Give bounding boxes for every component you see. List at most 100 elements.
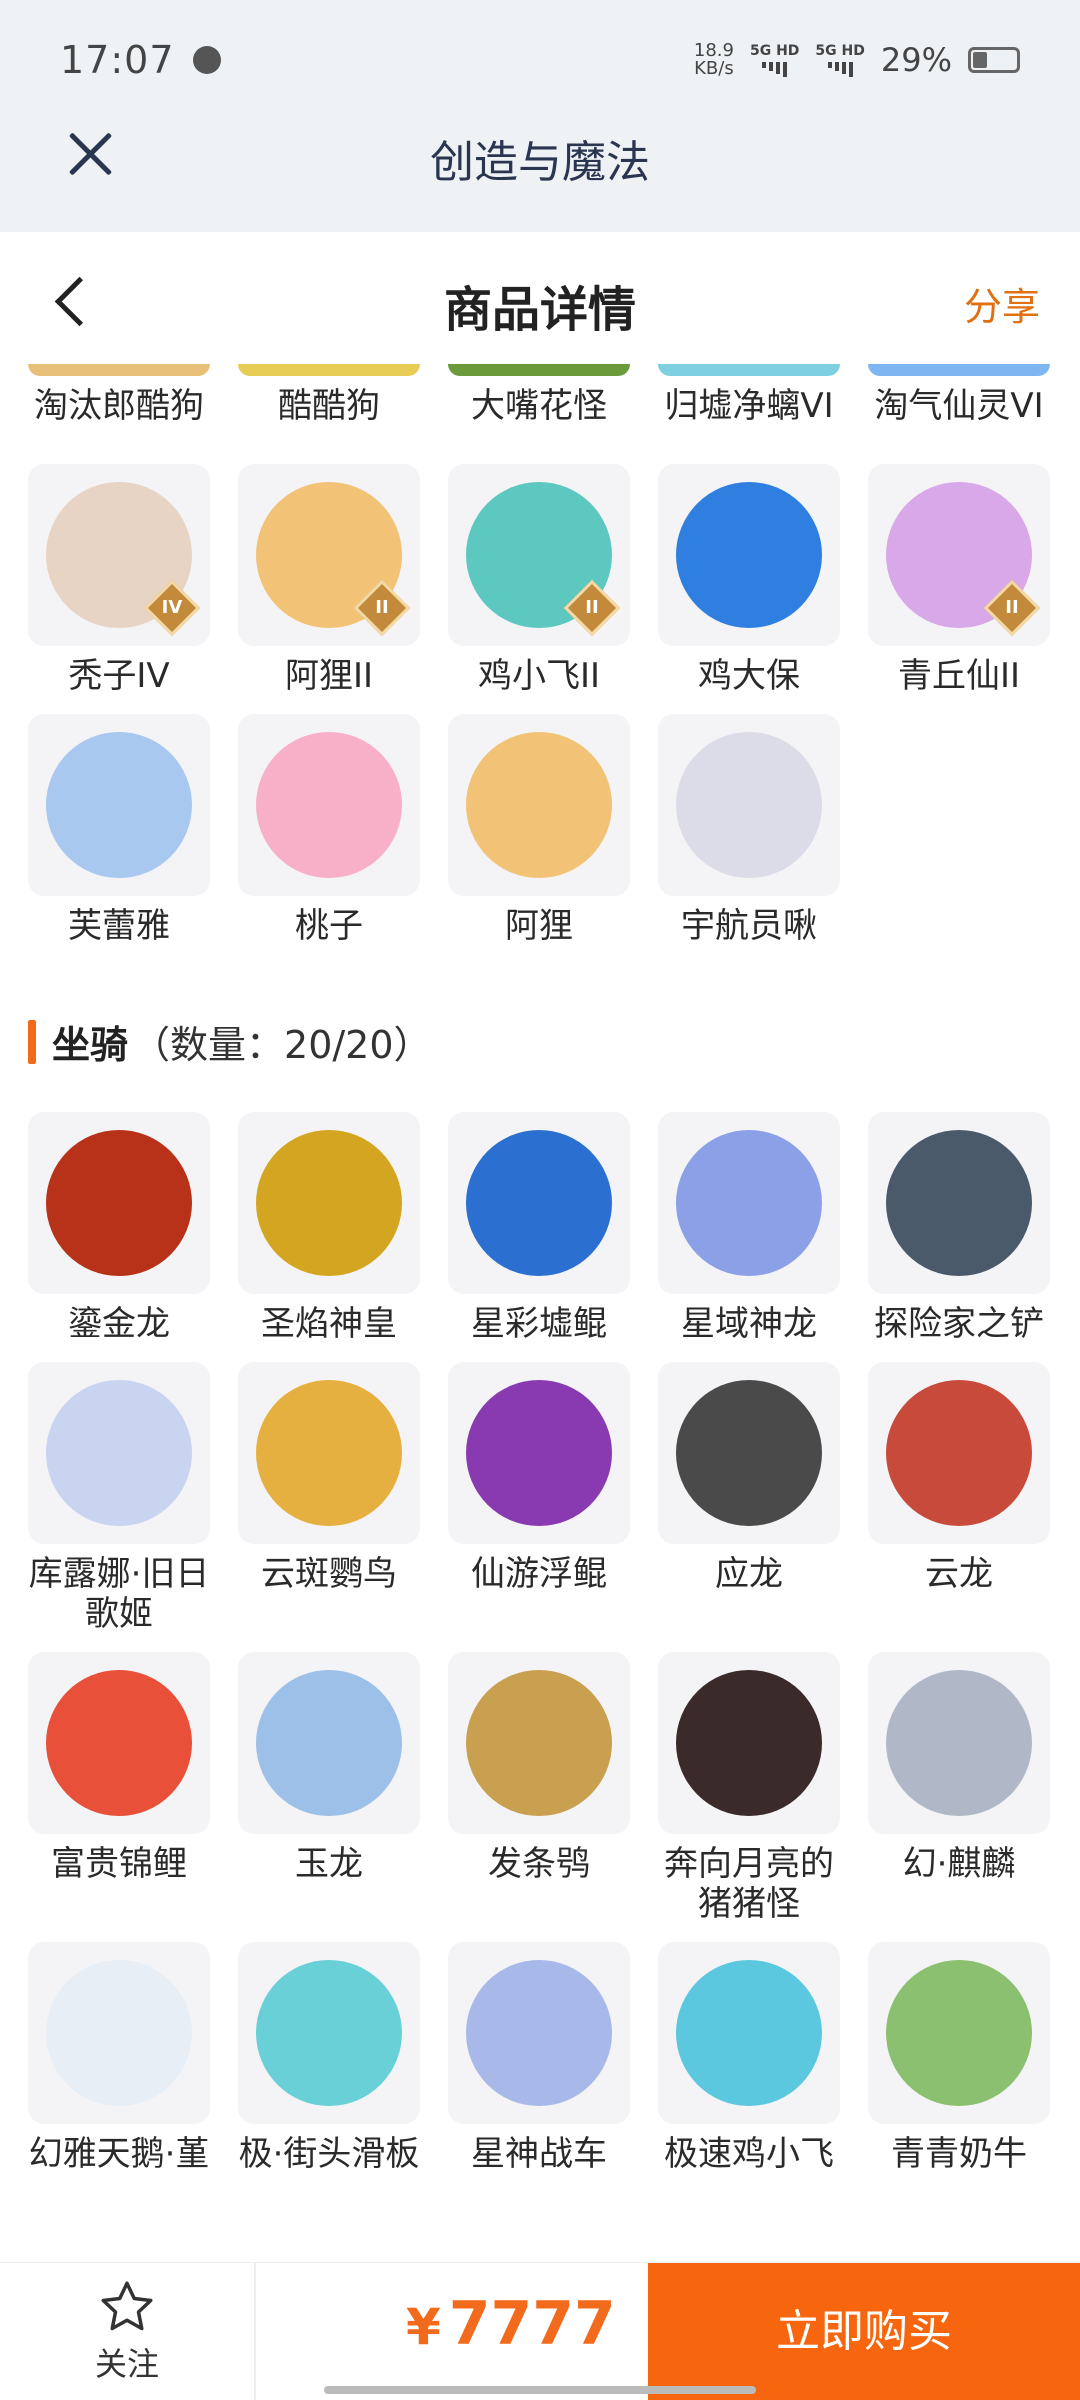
item-thumbnail: II: [448, 464, 630, 646]
pet-item[interactable]: 淘气仙灵VI: [868, 364, 1050, 426]
item-art: [466, 1130, 612, 1276]
mount-item[interactable]: 幻·麒麟: [868, 1652, 1050, 1884]
item-art: [676, 1380, 822, 1526]
item-label: 云龙: [925, 1554, 993, 1594]
mount-item[interactable]: 富贵锦鲤: [28, 1652, 210, 1884]
signal-2-label: 5G HD: [815, 42, 865, 59]
price: ¥7777: [406, 2289, 616, 2359]
mount-item[interactable]: 圣焰神皇: [238, 1112, 420, 1344]
pet-item[interactable]: II 青丘仙II: [868, 464, 1050, 696]
follow-label: 关注: [94, 2345, 159, 2383]
item-thumbnail: [448, 364, 630, 376]
pet-item[interactable]: 桃子: [238, 714, 420, 946]
item-label: 秃子IV: [68, 656, 170, 696]
pet-item[interactable]: 大嘴花怪: [448, 364, 630, 426]
item-label: 仙游浮鲲: [471, 1554, 607, 1594]
item-label: 幻雅天鹅·堇: [28, 2134, 210, 2174]
mount-item[interactable]: 云斑鹦鸟: [238, 1362, 420, 1594]
pet-item[interactable]: IV 秃子IV: [28, 464, 210, 696]
pet-item[interactable]: 鸡大保: [658, 464, 840, 696]
item-art: [466, 1670, 612, 1816]
mount-item[interactable]: 云龙: [868, 1362, 1050, 1594]
item-thumbnail: [658, 714, 840, 896]
pet-item[interactable]: 酷酷狗: [238, 364, 420, 426]
mount-item[interactable]: 星神战车: [448, 1942, 630, 2174]
mount-item[interactable]: 星彩墟鲲: [448, 1112, 630, 1344]
item-label: 云斑鹦鸟: [261, 1554, 397, 1594]
item-label: 富贵锦鲤: [51, 1844, 187, 1884]
signal-2: 5G HD: [815, 42, 865, 77]
item-art: [256, 1670, 402, 1816]
home-indicator: [324, 2386, 756, 2394]
item-thumbnail: [658, 1362, 840, 1544]
buy-now-button[interactable]: 立即购买: [648, 2263, 1080, 2400]
mount-item[interactable]: 发条鸮: [448, 1652, 630, 1884]
page-title: 商品详情: [443, 282, 636, 338]
pet-item[interactable]: 归墟净螭VI: [658, 364, 840, 426]
mount-item[interactable]: 玉龙: [238, 1652, 420, 1884]
pet-item[interactable]: 芙蕾雅: [28, 714, 210, 946]
item-label: 幻·麒麟: [902, 1844, 1016, 1884]
item-art: [256, 1380, 402, 1526]
item-art: [676, 1130, 822, 1276]
item-label: 酷酷狗: [278, 386, 380, 426]
signal-bars-icon: [750, 61, 799, 77]
mount-item[interactable]: 库露娜·旧日歌姬: [28, 1362, 210, 1634]
item-art: [886, 1670, 1032, 1816]
item-label: 淘气仙灵VI: [874, 386, 1044, 426]
status-time: 17:07: [60, 38, 175, 82]
mount-item[interactable]: 极速鸡小飞: [658, 1942, 840, 2174]
item-thumbnail: [658, 1652, 840, 1834]
item-art: [676, 1670, 822, 1816]
mount-item[interactable]: 青青奶牛: [868, 1942, 1050, 2174]
share-button[interactable]: 分享: [964, 276, 1040, 331]
mount-item[interactable]: 仙游浮鲲: [448, 1362, 630, 1594]
mount-item[interactable]: 幻雅天鹅·堇: [28, 1942, 210, 2174]
pet-item[interactable]: 宇航员啾: [658, 714, 840, 946]
pet-item[interactable]: II 阿狸II: [238, 464, 420, 696]
pet-item[interactable]: 淘汰郎酷狗: [28, 364, 210, 426]
currency-symbol: ¥: [406, 2298, 441, 2356]
globe-icon: [192, 46, 221, 74]
item-art: [256, 732, 402, 878]
item-thumbnail: [238, 1942, 420, 2124]
item-thumbnail: [448, 1652, 630, 1834]
item-label: 鎏金龙: [68, 1304, 170, 1344]
follow-button[interactable]: 关注: [0, 2263, 256, 2400]
item-thumbnail: [868, 364, 1050, 376]
item-label: 发条鸮: [488, 1844, 590, 1884]
item-label: 大嘴花怪: [471, 386, 607, 426]
item-thumbnail: [28, 364, 210, 376]
mount-item[interactable]: 应龙: [658, 1362, 840, 1594]
item-art: [46, 1380, 192, 1526]
item-art: [256, 1960, 402, 2106]
item-label: 极速鸡小飞: [664, 2134, 834, 2174]
item-thumbnail: [28, 1362, 210, 1544]
item-label: 星域神龙: [681, 1304, 817, 1344]
pet-item[interactable]: II 鸡小飞II: [448, 464, 630, 696]
item-art: [676, 732, 822, 878]
mount-item[interactable]: 星域神龙: [658, 1112, 840, 1344]
mount-item[interactable]: 极·街头滑板: [238, 1942, 420, 2174]
battery-percent: 29%: [880, 41, 952, 79]
mount-item[interactable]: 探险家之铲: [868, 1112, 1050, 1344]
pet-item[interactable]: 阿狸: [448, 714, 630, 946]
product-content[interactable]: 淘汰郎酷狗 酷酷狗 大嘴花怪 归墟净螭VI 淘气仙灵VI IV 秃子IV II 阿狸II II 鸡…: [0, 364, 1080, 2240]
tier-badge-label: II: [1005, 597, 1019, 618]
item-thumbnail: IV: [28, 464, 210, 646]
item-label: 鸡小飞II: [477, 656, 601, 696]
speed-unit: KB/s: [694, 58, 734, 79]
item-thumbnail: II: [868, 464, 1050, 646]
item-label: 应龙: [715, 1554, 783, 1594]
item-thumbnail: [28, 714, 210, 896]
item-art: [46, 1670, 192, 1816]
item-thumbnail: [868, 1942, 1050, 2124]
item-thumbnail: II: [238, 464, 420, 646]
price-value: 7777: [448, 2289, 616, 2359]
item-thumbnail: [238, 1362, 420, 1544]
item-thumbnail: [238, 1112, 420, 1294]
mount-item[interactable]: 奔向月亮的猪猪怪: [658, 1652, 840, 1924]
item-art: [466, 1960, 612, 2106]
mount-item[interactable]: 鎏金龙: [28, 1112, 210, 1344]
item-label: 阿狸: [505, 906, 573, 946]
